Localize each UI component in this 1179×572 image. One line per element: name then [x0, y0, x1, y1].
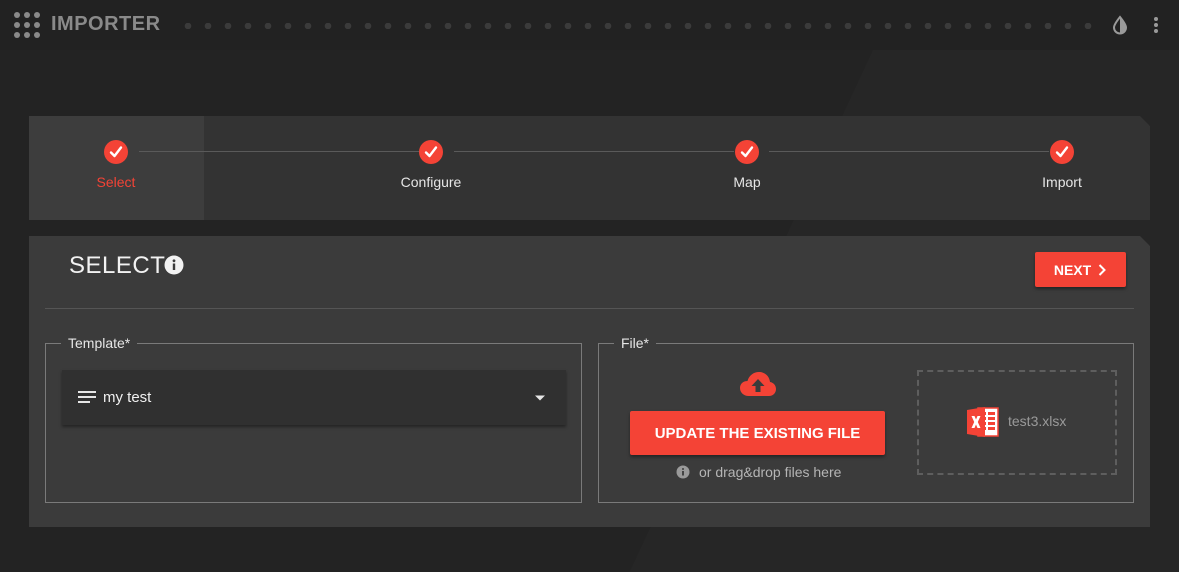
divider — [45, 308, 1134, 309]
more-vertical-icon[interactable] — [1150, 15, 1162, 35]
step-label: Map — [733, 174, 761, 190]
info-icon — [676, 465, 690, 479]
next-button-label: NEXT — [1053, 261, 1092, 278]
file-name: test3.xlsx — [1008, 413, 1067, 429]
stepper: Select Configure Map Import — [29, 116, 1150, 220]
chevron-right-icon — [1097, 264, 1107, 276]
step-configure[interactable]: Configure — [371, 140, 491, 190]
template-legend: Template* — [68, 335, 131, 351]
contrast-icon[interactable] — [1110, 15, 1130, 35]
step-label: Select — [96, 174, 136, 190]
step-select[interactable]: Select — [56, 140, 176, 190]
file-legend: File* — [621, 335, 650, 351]
check-icon — [1050, 140, 1074, 164]
page-title: SELECT — [69, 252, 166, 279]
step-import[interactable]: Import — [1002, 140, 1122, 190]
update-existing-file-button[interactable]: UPDATE THE EXISTING FILE — [630, 411, 885, 455]
drag-drop-text: or drag&drop files here — [699, 464, 842, 480]
excel-file-icon — [966, 405, 1000, 439]
step-label: Configure — [400, 174, 462, 190]
cloud-upload-icon[interactable] — [738, 370, 778, 398]
template-select-value: my test — [103, 389, 152, 406]
file-group: File* UPDATE THE EXISTING FILE or drag&d… — [598, 335, 1134, 503]
check-icon — [104, 140, 128, 164]
check-icon — [735, 140, 759, 164]
step-label: Import — [1042, 174, 1082, 190]
apps-grid-icon[interactable] — [14, 12, 40, 38]
top-bar: IMPORTER — [0, 0, 1179, 50]
info-icon[interactable] — [164, 255, 184, 275]
list-icon — [78, 390, 96, 404]
drag-drop-hint: or drag&drop files here — [676, 464, 841, 480]
decorative-dots — [178, 23, 1098, 29]
check-icon — [419, 140, 443, 164]
select-panel: SELECT NEXT Template* my test File* UPDA… — [29, 236, 1150, 527]
caret-down-icon — [534, 394, 546, 402]
app-title: IMPORTER — [51, 13, 161, 35]
file-drop-zone[interactable]: test3.xlsx — [917, 370, 1117, 475]
template-select[interactable]: my test — [62, 370, 566, 425]
step-map[interactable]: Map — [687, 140, 807, 190]
template-group: Template* my test — [45, 335, 582, 503]
next-button[interactable]: NEXT — [1035, 252, 1126, 287]
